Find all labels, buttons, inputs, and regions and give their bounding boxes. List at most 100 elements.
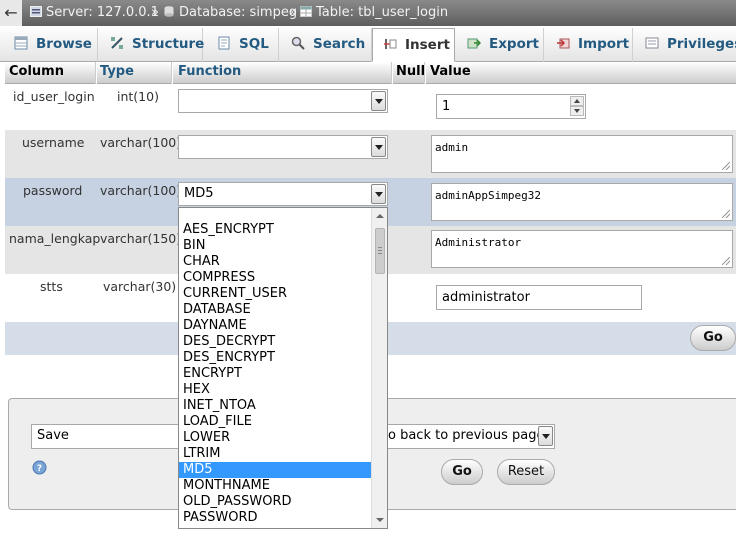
go-button[interactable]: Go [690, 325, 736, 351]
breadcrumb-server[interactable]: Server: 127.0.0.1 [30, 0, 159, 26]
column-name: stts [40, 279, 63, 294]
tab-search[interactable]: Search [279, 28, 372, 62]
value-textarea[interactable]: Administrator [431, 230, 733, 268]
function-option[interactable]: COMPRESS [179, 270, 371, 286]
function-option[interactable]: AES_ENCRYPT [179, 222, 371, 238]
tab-privileges-label: Privileges [667, 36, 736, 52]
function-option[interactable]: LTRIM [179, 446, 371, 462]
tab-browse[interactable]: Browse [0, 28, 98, 62]
breadcrumb-table[interactable]: Table: tbl_user_login [300, 0, 448, 26]
function-option[interactable]: DATABASE [179, 302, 371, 318]
tab-search-label: Search [313, 36, 366, 52]
save-action-select[interactable]: Save [31, 424, 191, 449]
tab-sql[interactable]: SQL [203, 28, 279, 62]
function-option[interactable]: INET_NTOA [179, 398, 371, 414]
function-option[interactable]: PASSWORD [179, 510, 371, 526]
go-button-lower[interactable]: Go [441, 459, 483, 485]
function-select-open[interactable]: MD5 [178, 182, 388, 206]
sql-icon [218, 36, 230, 50]
tab-privileges[interactable]: Privileges [633, 28, 736, 62]
breadcrumb-separator: » [151, 5, 159, 20]
column-name: password [23, 183, 83, 198]
svg-text:?: ? [37, 464, 42, 474]
header-divider [392, 62, 393, 84]
header-divider [172, 62, 173, 84]
function-option[interactable]: ENCRYPT [179, 366, 371, 382]
database-icon [164, 6, 174, 17]
column-type: varchar(100) [100, 135, 182, 150]
import-icon [557, 38, 570, 49]
header-divider [96, 62, 97, 84]
tab-import-label: Import [578, 36, 630, 52]
tab-browse-label: Browse [36, 36, 92, 52]
function-option[interactable]: OLD_PASSWORD [179, 494, 371, 510]
insert-table-header: Column Type Function Null Value [5, 62, 736, 84]
function-dropdown-list[interactable]: AES_ENCRYPT BIN CHAR COMPRESS CURRENT_USER DA… [178, 207, 388, 529]
breadcrumb-database[interactable]: Database: simpeg [163, 0, 297, 26]
resize-grip-icon[interactable] [722, 257, 730, 265]
tab-structure[interactable]: Structure [98, 28, 205, 62]
table-icon [300, 6, 312, 17]
header-column: Column [9, 64, 64, 79]
function-option[interactable]: DAYNAME [179, 318, 371, 334]
breadcrumb-table-label: Table: tbl_user_login [316, 5, 449, 20]
function-select[interactable] [178, 135, 388, 159]
header-value: Value [430, 64, 471, 79]
tab-sql-label: SQL [239, 36, 269, 52]
function-option[interactable]: BIN [179, 238, 371, 254]
chevron-down-icon[interactable] [538, 426, 553, 446]
after-insert-select[interactable]: o back to previous page [369, 424, 555, 449]
tab-import[interactable]: Import [544, 28, 633, 62]
value-textarea-text: Administrator [435, 236, 522, 249]
value-number-text: 1 [442, 99, 451, 114]
function-option[interactable]: CURRENT_USER [179, 286, 371, 302]
function-option[interactable]: LOWER [179, 430, 371, 446]
breadcrumb: ← Server: 127.0.0.1 » Database: simpeg »… [0, 0, 736, 26]
reset-button[interactable]: Reset [497, 459, 555, 485]
structure-icon [111, 37, 123, 49]
column-type: varchar(30) [103, 279, 177, 294]
resize-grip-icon[interactable] [722, 162, 730, 170]
tab-export[interactable]: Export [455, 28, 544, 62]
scroll-up-icon[interactable] [376, 214, 384, 218]
back-arrow-icon[interactable]: ← [0, 0, 22, 26]
resize-grip-icon[interactable] [722, 210, 730, 218]
column-name: nama_lengkap [9, 231, 101, 246]
value-text-input[interactable]: administrator [436, 285, 642, 310]
tab-insert[interactable]: Insert [372, 28, 455, 62]
function-option[interactable]: DES_DECRYPT [179, 334, 371, 350]
privileges-icon [645, 37, 659, 49]
tab-bar: Browse Structure SQL Search Insert Expor… [0, 26, 736, 62]
value-textarea[interactable]: adminAppSimpeg32 [431, 183, 733, 221]
breadcrumb-separator: » [289, 5, 297, 20]
function-option[interactable]: HEX [179, 382, 371, 398]
spinner-down-icon[interactable] [570, 106, 584, 116]
function-option[interactable]: MD5 [179, 462, 371, 478]
chevron-down-icon[interactable] [371, 137, 386, 157]
function-select[interactable] [178, 89, 388, 113]
scrollbar-thumb[interactable] [375, 228, 385, 274]
table-row-id-user-login: id_user_login int(10) 1 [5, 84, 736, 130]
dropdown-scrollbar[interactable] [371, 208, 387, 528]
tab-structure-label: Structure [132, 36, 205, 52]
header-type[interactable]: Type [100, 62, 134, 82]
value-text-input-text: administrator [442, 290, 530, 305]
function-option[interactable]: MONTHNAME [179, 478, 371, 494]
function-option[interactable]: LOAD_FILE [179, 414, 371, 430]
chevron-down-icon[interactable] [371, 184, 386, 204]
function-option[interactable]: DES_ENCRYPT [179, 350, 371, 366]
spinner-up-icon[interactable] [570, 96, 584, 106]
function-option[interactable]: CHAR [179, 254, 371, 270]
help-icon[interactable]: ? [32, 460, 47, 475]
column-name: username [22, 135, 85, 150]
scroll-down-icon[interactable] [376, 518, 384, 522]
value-textarea[interactable]: admin [431, 135, 733, 173]
value-textarea-text: adminAppSimpeg32 [435, 189, 541, 202]
chevron-down-icon[interactable] [371, 91, 386, 111]
value-textarea-text: admin [435, 141, 469, 154]
header-function[interactable]: Function [178, 62, 241, 82]
browse-icon [14, 36, 28, 50]
column-type: varchar(150) [100, 231, 182, 246]
value-number-input[interactable]: 1 [436, 94, 586, 119]
after-insert-value: o back to previous page [388, 428, 545, 443]
